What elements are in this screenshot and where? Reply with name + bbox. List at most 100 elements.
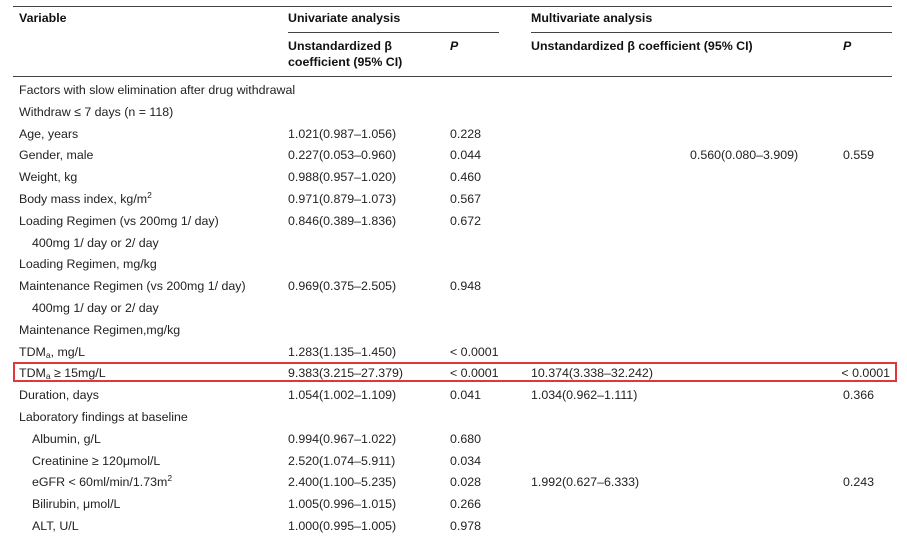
uni-ci: 2.520(1.074–5.911): [288, 453, 396, 468]
table-row: ALT, U/L 1.000(0.995–1.005) 0.978: [0, 516, 907, 538]
uni-ci: 1.283(1.135–1.450): [288, 344, 397, 359]
uni-ci: 2.400(1.100–5.235): [288, 475, 397, 490]
top-rule: [13, 6, 892, 7]
multi-p-value: 0.366: [843, 388, 875, 403]
multi-ci: 1.992(0.627–6.333): [531, 475, 640, 490]
row-label-text: Bilirubin, μmol/L: [32, 497, 121, 512]
uni-ci: 0.846(0.389–1.836): [288, 213, 397, 228]
uni-ci: 1.005(0.996–1.015): [288, 497, 397, 512]
row-label-text: Maintenance Regimen,mg/kg: [19, 322, 181, 337]
multi-p-value: 0.243: [843, 475, 875, 490]
row-label-text: Body mass index, kg/m: [19, 192, 148, 206]
row-label: Withdraw ≤ 7 days (n = 118): [19, 105, 173, 120]
table-row: Age, years 1.021(0.987–1.056) 0.228: [0, 124, 907, 146]
row-label: Bilirubin, μmol/L: [32, 497, 120, 512]
table-row: Albumin, g/L 0.994(0.967–1.022) 0.680: [0, 429, 907, 451]
row-label-text: Gender, male: [19, 148, 94, 163]
row-label: Gender, male: [19, 148, 93, 163]
row-label-text: Creatinine ≥ 120μmol/L: [32, 453, 161, 468]
row-label: Albumin, g/L: [32, 432, 101, 447]
table-row: Bilirubin, μmol/L 1.005(0.996–1.015) 0.266: [0, 494, 907, 516]
row-label: Weight, kg: [19, 170, 77, 185]
row-label-text: Albumin, g/L: [32, 431, 101, 446]
row-label: Duration, days: [19, 388, 99, 403]
header-uni-coef-line2: coefficient (95% CI): [288, 55, 403, 69]
uni-p-value: 0.567: [450, 192, 482, 206]
row-label-text: TDM: [19, 344, 46, 359]
row-label: Laboratory findings at baseline: [19, 410, 188, 425]
row-label-text: Withdraw ≤ 7 days (n = 118): [19, 104, 174, 119]
uni-p-value: 0.228: [450, 126, 482, 141]
table-row: Body mass index, kg/m2 0.971(0.879–1.073)…: [0, 189, 907, 211]
uni-p-value: 0.978: [450, 519, 482, 533]
table-row: Loading Regimen (vs 200mg 1/ day) 0.846(0…: [0, 211, 907, 233]
uni-p-value: 0.680: [450, 431, 482, 446]
table-row: Creatinine ≥ 120μmol/L 2.520(1.074–5.911)…: [0, 451, 907, 473]
row-label-text: Laboratory findings at baseline: [19, 410, 188, 424]
row-label-superscript: 2: [167, 473, 173, 484]
table-row: Laboratory findings at baseline: [0, 407, 907, 429]
row-label: ALT, U/L: [32, 519, 79, 534]
uni-ci: 1.054(1.002–1.109): [288, 388, 397, 403]
row-label-text: 400mg 1/ day or 2/ day: [32, 235, 159, 250]
row-label-text: Age, years: [19, 126, 79, 141]
table-row: 400mg 1/ day or 2/ day: [0, 233, 907, 255]
row-label-superscript: 2: [147, 190, 152, 200]
uni-p-value: 0.044: [450, 148, 482, 163]
uni-ci: 0.994(0.967–1.022): [288, 431, 397, 446]
row-label-text: Factors with slow elimination after drug…: [19, 83, 296, 97]
row-label-text: Loading Regimen, mg/kg: [19, 257, 157, 272]
header-bottom-rule: [13, 76, 892, 77]
row-label-suffix: , mg/L: [50, 344, 86, 359]
row-label: Loading Regimen (vs 200mg 1/ day): [19, 214, 219, 229]
uni-p-value: 0.266: [450, 497, 482, 512]
row-label-text: 400mg 1/ day or 2/ day: [32, 301, 159, 315]
row-label-text: Duration, days: [19, 388, 99, 403]
row-label: 400mg 1/ day or 2/ day: [32, 236, 159, 251]
header-multi-coef: Unstandardized β coefficient (95% CI): [531, 39, 753, 53]
table-row: Weight, kg 0.988(0.957–1.020) 0.460: [0, 167, 907, 189]
table-row: 400mg 1/ day or 2/ day: [0, 298, 907, 320]
row-label-text: Weight, kg: [19, 170, 78, 185]
row-label: TDMa, mg/L: [19, 345, 85, 360]
row-label: Maintenance Regimen (vs 200mg 1/ day): [19, 279, 246, 294]
row-label: Loading Regimen, mg/kg: [19, 257, 157, 272]
header-uni-p: P: [450, 39, 459, 53]
row-label: Age, years: [19, 127, 78, 142]
uni-p-value: 0.034: [450, 453, 482, 468]
univariate-subrule: [288, 32, 499, 33]
uni-p-value: 0.460: [450, 170, 482, 185]
table-row: Duration, days 1.054(1.002–1.109) 0.041 1.0…: [0, 385, 907, 407]
header-variable: Variable: [19, 11, 67, 25]
uni-p-value: 0.948: [450, 279, 482, 294]
row-label-text: Maintenance Regimen (vs 200mg 1/ day): [19, 279, 246, 294]
multivariate-subrule: [531, 32, 892, 33]
uni-p-value: 0.028: [450, 475, 482, 490]
row-label: eGFR < 60ml/min/1.73m2: [32, 473, 173, 490]
uni-ci: 1.000(0.995–1.005): [288, 519, 397, 533]
row-label: Maintenance Regimen,mg/kg: [19, 323, 180, 338]
multi-ci: 0.560(0.080–3.909): [690, 148, 799, 163]
table-row: TDMa, mg/L 1.283(1.135–1.450) < 0.0001: [0, 342, 907, 364]
table-row: Maintenance Regimen (vs 200mg 1/ day) 0.9…: [0, 276, 907, 298]
row-label: Factors with slow elimination after drug…: [19, 83, 295, 98]
multi-p-value: 0.559: [843, 148, 875, 163]
uni-ci: 0.969(0.375–2.505): [288, 279, 397, 294]
row-label: Body mass index, kg/m2: [19, 190, 152, 207]
uni-ci: 0.227(0.053–0.960): [288, 148, 397, 163]
uni-p-value: < 0.0001: [450, 344, 499, 359]
header-uni-coef-line1: Unstandardized β: [288, 39, 392, 53]
table-row: Gender, male 0.227(0.053–0.960) 0.044 0.560…: [0, 145, 907, 167]
row-label-text: Loading Regimen (vs 200mg 1/ day): [19, 213, 219, 228]
row-label-text: eGFR < 60ml/min/1.73m: [32, 475, 168, 490]
row-label: 400mg 1/ day or 2/ day: [32, 301, 159, 316]
uni-p-value: 0.672: [450, 213, 482, 228]
uni-p-value: 0.041: [450, 388, 482, 403]
highlight-box: [13, 362, 897, 383]
header-univariate: Univariate analysis: [288, 11, 401, 25]
uni-ci: 1.021(0.987–1.056): [288, 126, 397, 141]
row-label: Creatinine ≥ 120μmol/L: [32, 454, 160, 469]
table-row: eGFR < 60ml/min/1.73m2 2.400(1.100–5.235)…: [0, 472, 907, 494]
table-row: Loading Regimen, mg/kg: [0, 254, 907, 276]
row-label-text: ALT, U/L: [32, 519, 79, 533]
